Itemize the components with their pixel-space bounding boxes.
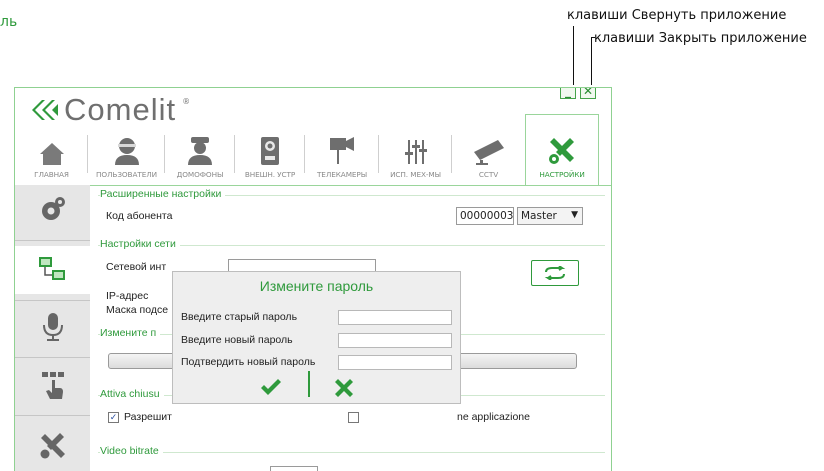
microphone-icon [42,313,63,341]
minimize-button[interactable]: _ [560,87,576,99]
confirm-button[interactable] [260,379,282,399]
tab-label: ТЕЛЕКАМЕРЫ [316,170,368,179]
role-select-value: Master [521,210,557,222]
tab-settings[interactable]: НАСТРОЙКИ [525,114,599,185]
network-icon [38,257,65,280]
section-video [98,452,605,453]
sidebar-divider [15,357,90,358]
section-autoclose-title: Attiva chiusu [100,388,164,400]
registered-mark: ® [182,96,191,106]
tab-actuators[interactable]: ИСП. МЕХ-МЫ [379,129,452,185]
home-icon [39,143,64,165]
close-callout-tick [591,37,595,38]
close-glyph: ✕ [582,87,594,98]
old-password-label: Введите старый пароль [181,311,298,323]
new-password-label: Введите новый пароль [181,334,293,346]
close-app-label: ne applicazione [457,411,530,423]
old-password-input[interactable] [338,310,452,325]
tab-label: ВНЕШН. УСТР [244,170,296,179]
cctv-icon [473,140,504,165]
subscriber-code-value: 00000003 [460,210,514,222]
change-password-dialog: Измените пароль Введите старый пароль Вв… [172,271,461,404]
comelit-logo: Comelit ® [32,92,191,127]
cancel-icon [335,379,353,397]
minimize-callout: клавиши Свернуть приложение [567,8,787,23]
settings-tools-icon [549,138,574,164]
minimize-callout-line [573,26,574,85]
main-toolbar: ГЛАВНАЯ ПОЛЬЗОВАТЕЛИ ДОМОФОНЫ ВНЕШН. УСТ… [15,114,611,185]
subnet-mask-label: Маска подсе [106,304,169,316]
tools-icon [40,433,65,459]
close-app-checkbox[interactable] [348,412,359,423]
sidebar-divider [15,415,90,416]
page-title-fragment: ль [0,14,18,30]
tab-label: ГЛАВНАЯ [34,170,69,179]
minimize-glyph: _ [565,87,571,98]
logo-mark-icon [32,100,58,120]
camera-icon [330,137,354,164]
subscriber-code-label: Код абонента [106,210,173,222]
confirm-password-input[interactable] [338,355,452,370]
tab-label: ИСП. МЕХ-МЫ [390,170,441,179]
tab-label: ДОМОФОНЫ [176,170,224,179]
allow-checkbox-label: Разрешит [124,411,172,423]
close-button[interactable]: ✕ [580,87,596,99]
tab-cctv[interactable]: CCTV [452,129,525,185]
tab-users[interactable]: ПОЛЬЗОВАТЕЛИ [88,129,165,185]
subscriber-code-field[interactable]: 00000003 [456,207,514,225]
checkmark-icon [261,379,281,395]
section-network-title: Настройки сети [100,238,180,250]
video-bitrate-field[interactable] [270,466,318,471]
role-select[interactable]: Master ▼ [517,207,583,225]
section-password-title: Измените п [100,327,161,339]
refresh-button[interactable] [531,260,579,286]
sidebar-divider [15,240,90,241]
close-callout: клавиши Закрыть приложение [594,31,807,46]
entrance-panel-icon [261,137,279,165]
concierge-icon [188,137,212,165]
logo-text: Comelit [64,92,177,127]
dialog-button-divider [308,371,310,397]
refresh-icon [544,266,566,280]
dialog-title: Измените пароль [259,278,374,294]
tab-label: ПОЛЬЗОВАТЕЛИ [96,170,157,179]
section-video-title: Video bitrate [100,445,163,457]
sidebar-item-touch[interactable] [15,361,90,409]
actuator-icon [404,140,427,164]
tab-label: НАСТРОЙКИ [539,170,585,179]
chevron-down-icon: ▼ [571,210,578,220]
section-advanced-title: Расширенные настройки [100,188,226,200]
sidebar-item-general[interactable] [15,185,90,233]
network-interface-label: Сетевой инт [106,261,167,273]
gears-icon [41,197,65,220]
tab-home[interactable]: ГЛАВНАЯ [15,129,88,185]
tab-concierge[interactable]: ДОМОФОНЫ [165,129,235,185]
sidebar-item-audio[interactable] [15,303,90,351]
allow-checkbox[interactable]: ✓ [108,412,119,423]
user-icon [114,138,139,165]
new-password-input[interactable] [338,333,452,348]
tab-entrance-panels[interactable]: ВНЕШН. УСТР [235,129,305,185]
tab-cameras[interactable]: ТЕЛЕКАМЕРЫ [305,129,379,185]
settings-sidebar [15,185,90,471]
sidebar-item-tools[interactable] [15,421,90,469]
app-window: Comelit ® _ ✕ ГЛАВНАЯ ПОЛЬЗОВАТЕЛИ ДОМОФ… [14,87,612,471]
touch-icon [41,372,64,399]
sidebar-divider [15,300,90,301]
tab-label: CCTV [478,170,499,179]
confirm-password-label: Подтвердить новый пароль [181,356,316,368]
ip-address-label: IP-адрес [106,290,149,302]
sidebar-item-network[interactable] [15,246,90,294]
close-callout-line [591,37,592,85]
cancel-button[interactable] [335,379,355,399]
